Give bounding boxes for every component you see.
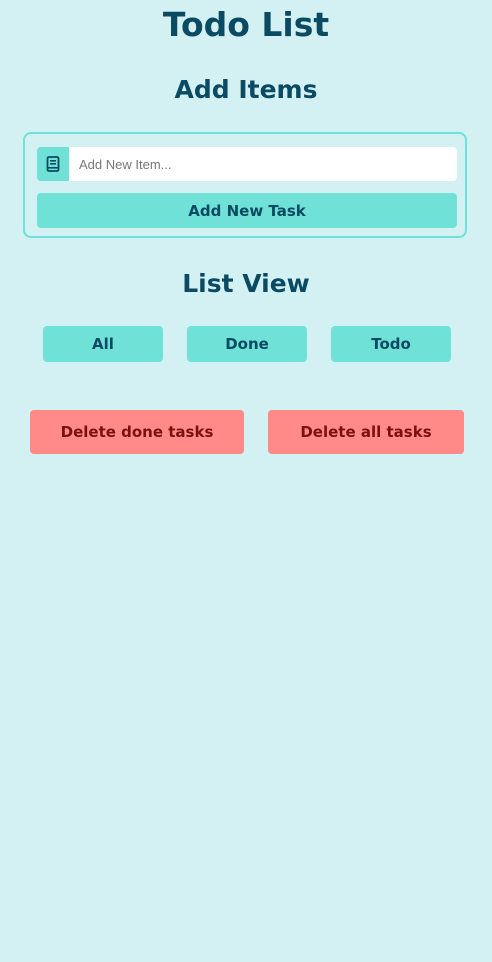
book-icon (37, 147, 69, 181)
filter-todo-button[interactable]: Todo (331, 326, 451, 362)
filter-done-button[interactable]: Done (187, 326, 307, 362)
filter-all-button[interactable]: All (43, 326, 163, 362)
new-item-input-group (37, 147, 457, 181)
list-view-heading: List View (182, 269, 310, 298)
delete-done-tasks-button[interactable]: Delete done tasks (30, 410, 244, 454)
add-item-panel: Add New Task (23, 132, 467, 238)
add-task-button[interactable]: Add New Task (37, 193, 457, 228)
delete-all-tasks-button[interactable]: Delete all tasks (268, 410, 464, 454)
new-item-input[interactable] (69, 147, 457, 181)
add-items-heading: Add Items (174, 75, 318, 104)
page-title: Todo List (162, 5, 330, 44)
